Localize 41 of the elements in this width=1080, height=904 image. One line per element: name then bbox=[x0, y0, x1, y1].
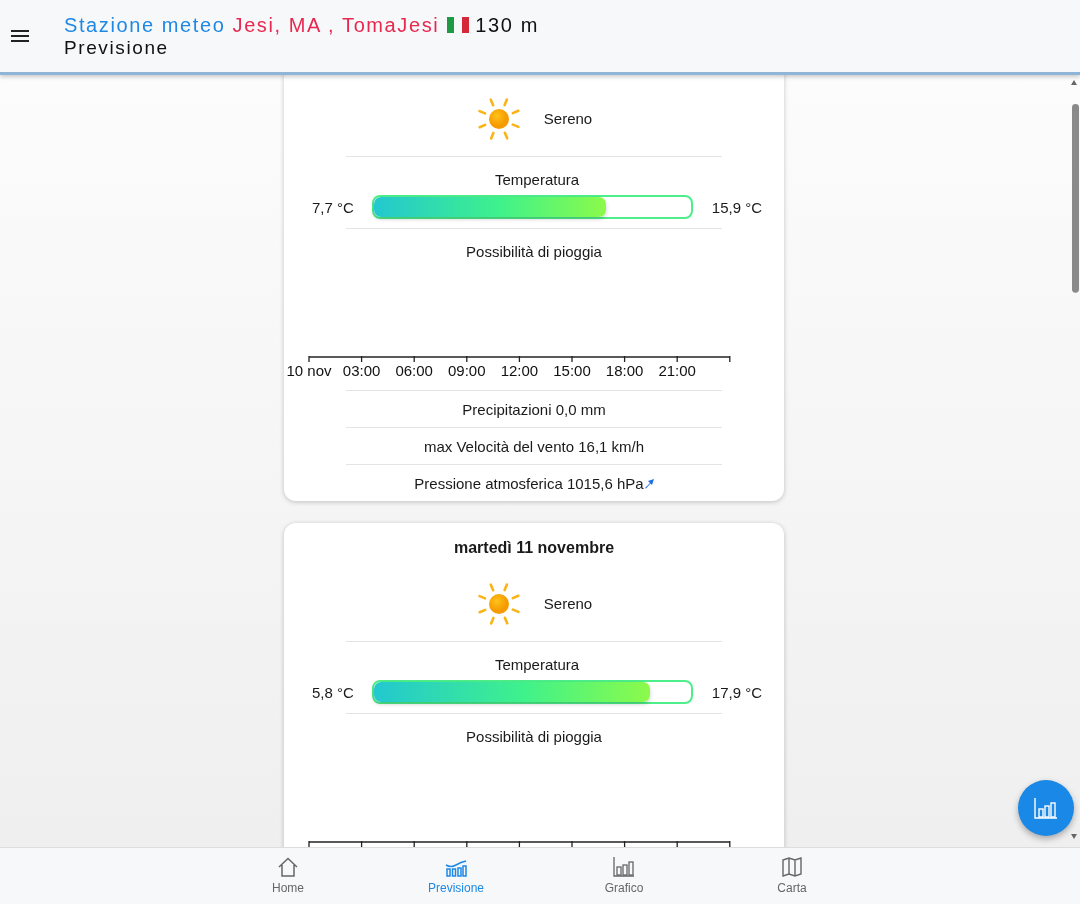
weather-condition: Sereno bbox=[543, 595, 593, 612]
detail-text: max Velocità del vento 16,1 km/h bbox=[346, 427, 722, 464]
app-title: Stazione meteo bbox=[64, 14, 226, 36]
map-icon bbox=[781, 857, 803, 877]
home-icon bbox=[277, 857, 299, 877]
nav-tab[interactable]: Carta bbox=[708, 848, 876, 904]
flag-icon bbox=[447, 17, 470, 33]
min-temperature: 5,8 °C bbox=[312, 683, 354, 701]
menu-icon[interactable] bbox=[10, 28, 30, 44]
nav-tab[interactable]: Previsione bbox=[372, 848, 540, 904]
altitude: 130 m bbox=[475, 14, 539, 36]
axis-label: 12:00 bbox=[500, 362, 539, 379]
temperature-label: Temperatura bbox=[494, 656, 580, 674]
page-subtitle: Previsione bbox=[64, 37, 170, 59]
sun-icon bbox=[475, 580, 522, 627]
temperature-label: Temperatura bbox=[494, 171, 580, 189]
axis-label: 03:00 bbox=[342, 362, 381, 379]
max-temperature: 17,9 °C bbox=[711, 683, 762, 701]
chart-fab-button[interactable] bbox=[1018, 780, 1074, 836]
max-temperature: 15,9 °C bbox=[711, 198, 762, 216]
bar-chart-icon bbox=[613, 857, 635, 877]
min-temperature: 7,7 °C bbox=[312, 198, 354, 216]
weather-condition: Sereno bbox=[543, 110, 593, 127]
axis-label: 18:00 bbox=[605, 362, 644, 379]
nav-tab[interactable]: Grafico bbox=[540, 848, 708, 904]
sun-icon bbox=[475, 95, 522, 142]
bar-chart-icon bbox=[1034, 797, 1058, 819]
nav-tab[interactable]: Home bbox=[204, 848, 372, 904]
day-title: martedì 11 novembre bbox=[452, 538, 616, 558]
axis-label: 15:00 bbox=[553, 362, 591, 379]
station-name: Jesi, MA , TomaJesi bbox=[232, 14, 440, 36]
axis-label: 10 nov bbox=[286, 362, 332, 379]
pressure-text: Pressione atmosferica 1015,6 hPa bbox=[414, 475, 644, 492]
chart-trend-icon bbox=[445, 857, 467, 877]
axis-label: 21:00 bbox=[658, 362, 696, 379]
detail-text: Precipitazioni 0,0 mm bbox=[346, 390, 722, 427]
axis-label: 09:00 bbox=[448, 362, 486, 379]
axis-label: 06:00 bbox=[395, 362, 433, 379]
rain-chance-label: Possibilità di pioggia bbox=[465, 242, 603, 262]
trend-arrow-icon bbox=[643, 479, 654, 489]
rain-chance-label: Possibilità di pioggia bbox=[465, 727, 603, 747]
